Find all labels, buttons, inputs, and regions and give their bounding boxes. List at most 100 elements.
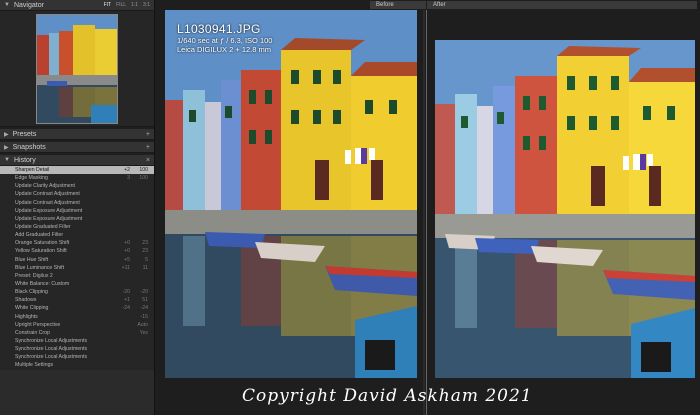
after-label: After: [427, 1, 697, 9]
add-preset-icon[interactable]: +: [146, 131, 150, 138]
history-item[interactable]: Blue Luminance Shift +11 11: [0, 264, 154, 272]
history-item-label: Constrain Crop: [15, 329, 50, 336]
history-item[interactable]: Update Graduated Filter: [0, 223, 154, 231]
history-item-value: 11: [142, 264, 148, 271]
history-item[interactable]: Orange Saturation Shift +0 23: [0, 239, 154, 247]
after-photo[interactable]: [435, 40, 695, 378]
photo-info-overlay: L1030941.JPG 1/640 sec at ƒ / 6.3, ISO 1…: [177, 22, 272, 54]
history-item-label: White Balance: Custom: [15, 281, 70, 288]
history-item[interactable]: Multiple Settings: [0, 361, 154, 369]
history-item[interactable]: Preset: Digilux 2: [0, 272, 154, 280]
history-item-delta: +0: [124, 240, 130, 247]
history-item-label: Update Contrast Adjustment: [15, 199, 80, 206]
history-item[interactable]: Update Exposure Adjustment: [0, 207, 154, 215]
collapse-triangle-icon[interactable]: ▼: [4, 157, 10, 163]
history-item-value: Yes: [139, 329, 148, 336]
history-item-label: Highlights: [15, 313, 38, 320]
history-item-label: Add Graduated Filter: [15, 232, 64, 239]
history-item-label: Shadows: [15, 297, 37, 304]
history-item-value: 23: [142, 248, 148, 255]
presets-header[interactable]: ▶ Presets +: [0, 129, 154, 140]
history-item-label: Preset: Digilux 2: [15, 272, 53, 279]
collapse-triangle-icon[interactable]: ▼: [4, 2, 10, 8]
history-item[interactable]: Shadows +1 51: [0, 296, 154, 304]
history-item[interactable]: Update Contrast Adjustment: [0, 199, 154, 207]
zoom-3-1[interactable]: 3:1: [143, 2, 150, 8]
history-header[interactable]: ▼ History ×: [0, 155, 154, 166]
left-panel: ▼ Navigator FIT FILL 1:1 3:1 ▶ Presets +…: [0, 0, 155, 415]
history-item[interactable]: Synchronize Local Adjustments: [0, 353, 154, 361]
history-list: Sharpen Detail +2 100 Edge Masking 3 100 Updat…: [0, 166, 154, 370]
photo-exposure: 1/640 sec at ƒ / 6.3, ISO 100: [177, 36, 273, 45]
history-item[interactable]: White Balance: Custom: [0, 280, 154, 288]
copyright-watermark: Copyright David Askham 2021: [242, 386, 533, 406]
history-item-label: Blue Hue Shift: [15, 256, 49, 263]
history-item-delta: +11: [121, 264, 130, 271]
navigator-header[interactable]: ▼ Navigator FIT FILL 1:1 3:1: [0, 0, 154, 11]
presets-title: Presets: [12, 130, 37, 138]
before-label: Before: [370, 1, 426, 9]
history-item[interactable]: Edge Masking 3 100: [0, 174, 154, 182]
history-item[interactable]: Sharpen Detail +2 100: [0, 166, 154, 175]
history-item[interactable]: Highlights -15: [0, 313, 154, 321]
history-item-value: -15: [140, 313, 149, 320]
before-after-divider: [426, 10, 427, 415]
history-item-label: Update Exposure Adjustment: [15, 207, 83, 214]
history-item-value: 51: [142, 297, 148, 304]
history-item-label: White Clipping: [15, 305, 49, 312]
history-item[interactable]: Synchronize Local Adjustments: [0, 337, 154, 345]
history-item[interactable]: Synchronize Local Adjustments: [0, 345, 154, 353]
history-item[interactable]: Update Contrast Adjustment: [0, 190, 154, 198]
photo-camera: Leica DIGILUX 2 + 12.8 mm: [177, 45, 271, 54]
history-item-label: Update Clarity Adjustment: [15, 183, 75, 190]
snapshots-header[interactable]: ▶ Snapshots +: [0, 142, 154, 153]
expand-triangle-icon[interactable]: ▶: [4, 131, 9, 138]
history-item-value: 5: [145, 256, 148, 263]
history-item-value: 100: [139, 167, 148, 174]
history-item[interactable]: Add Graduated Filter: [0, 231, 154, 239]
history-item-label: Synchronize Local Adjustments: [15, 346, 88, 353]
history-item-label: Update Contrast Adjustment: [15, 191, 80, 198]
navigator-preview[interactable]: [0, 11, 154, 127]
before-photo[interactable]: L1030941.JPG 1/640 sec at ƒ / 6.3, ISO 1…: [165, 10, 417, 378]
zoom-fit[interactable]: FIT: [104, 2, 112, 8]
history-item-label: Orange Saturation Shift: [15, 240, 70, 247]
history-item-delta: 3: [127, 175, 130, 182]
history-item-value: 23: [142, 240, 148, 247]
history-item-delta: +1: [124, 297, 130, 304]
history-item-label: Synchronize Local Adjustments: [15, 354, 88, 361]
navigator-thumbnail[interactable]: [36, 13, 118, 124]
history-item[interactable]: Update Clarity Adjustment: [0, 182, 154, 190]
history-item-delta: +2: [124, 167, 130, 174]
before-after-labels: Before After: [156, 0, 700, 10]
add-snapshot-icon[interactable]: +: [146, 144, 150, 151]
history-item[interactable]: White Clipping -24 -24: [0, 304, 154, 312]
history-item-label: Edge Masking: [15, 175, 48, 182]
history-item-delta: +5: [124, 256, 130, 263]
expand-triangle-icon[interactable]: ▶: [4, 144, 9, 151]
history-item-label: Black Clipping: [15, 289, 48, 296]
history-item-delta: -20: [122, 289, 131, 296]
zoom-fill[interactable]: FILL: [116, 2, 126, 8]
zoom-options: FIT FILL 1:1 3:1: [104, 2, 150, 8]
history-title: History: [13, 156, 36, 164]
history-item-value: -24: [140, 305, 149, 312]
history-item-label: Upright Perspective: [15, 321, 61, 328]
history-item-label: Update Exposure Adjustment: [15, 215, 83, 222]
history-item-label: Update Graduated Filter: [15, 224, 71, 231]
clear-history-icon[interactable]: ×: [146, 157, 150, 164]
history-item[interactable]: Upright Perspective Auto: [0, 321, 154, 329]
history-item-value: -20: [140, 289, 149, 296]
history-item[interactable]: Yellow Saturation Shift +0 23: [0, 247, 154, 255]
history-item[interactable]: Black Clipping -20 -20: [0, 288, 154, 296]
history-item-label: Sharpen Detail: [15, 167, 50, 174]
history-item-delta: -24: [122, 305, 131, 312]
history-item[interactable]: Update Exposure Adjustment: [0, 215, 154, 223]
history-item-label: Blue Luminance Shift: [15, 264, 65, 271]
history-item[interactable]: Constrain Crop Yes: [0, 329, 154, 337]
zoom-1-1[interactable]: 1:1: [131, 2, 138, 8]
history-item[interactable]: Blue Hue Shift +5 5: [0, 256, 154, 264]
history-item-delta: +0: [124, 248, 130, 255]
history-item-value: Auto: [137, 321, 148, 328]
main-view: Before After L1030941.JPG 1/640 sec at ƒ…: [156, 0, 700, 415]
